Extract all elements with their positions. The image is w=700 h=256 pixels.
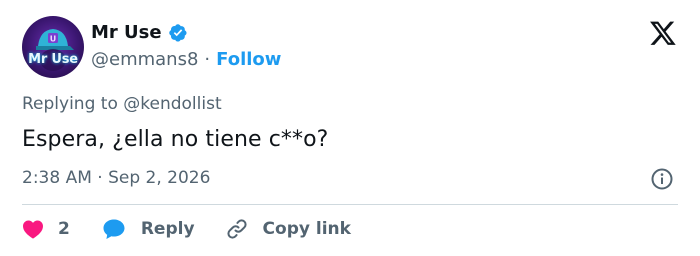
divider <box>22 204 678 205</box>
tweet-time: 2:38 AM <box>22 168 92 188</box>
follow-button[interactable]: Follow <box>216 49 281 70</box>
replying-to-line: Replying to @kendollist <box>22 94 222 114</box>
heart-icon <box>23 220 43 239</box>
avatar-logo-text: Mr Use <box>28 52 78 67</box>
copy-link-button[interactable]: Copy link <box>225 217 351 241</box>
copy-link-label: Copy link <box>262 219 351 239</box>
info-icon[interactable] <box>650 167 674 191</box>
author-handle[interactable]: @emmans8 <box>91 49 198 70</box>
tweet-date: Sep 2, 2026 <box>108 168 211 188</box>
like-button[interactable]: 2 <box>22 219 70 239</box>
author-handle-row: @emmans8 · Follow <box>91 49 281 70</box>
author-name[interactable]: Mr Use <box>91 22 162 43</box>
link-icon <box>226 219 247 239</box>
reply-label: Reply <box>140 219 195 239</box>
separator-dot: · <box>204 49 211 70</box>
replying-prefix: Replying to <box>22 94 118 114</box>
replying-mention-link[interactable]: @kendollist <box>123 94 221 114</box>
timestamp[interactable]: 2:38 AM · Sep 2, 2026 <box>22 168 210 188</box>
verified-badge-icon <box>168 23 187 42</box>
timestamp-separator: · <box>97 168 103 188</box>
reply-bubble-icon <box>103 219 125 239</box>
tweet-card: U Mr Use Mr Use @emmans8 · Follow Replyi… <box>0 0 700 256</box>
like-count: 2 <box>58 219 70 239</box>
x-logo-icon[interactable] <box>649 19 677 47</box>
svg-text:U: U <box>50 35 57 44</box>
author-name-row: Mr Use <box>91 22 188 43</box>
tweet-text: Espera, ¿ella no tiene c**o? <box>22 127 329 152</box>
reply-button[interactable]: Reply <box>102 218 195 240</box>
avatar[interactable]: U Mr Use <box>22 16 84 78</box>
action-bar: 2 Reply Copy link <box>22 214 351 244</box>
